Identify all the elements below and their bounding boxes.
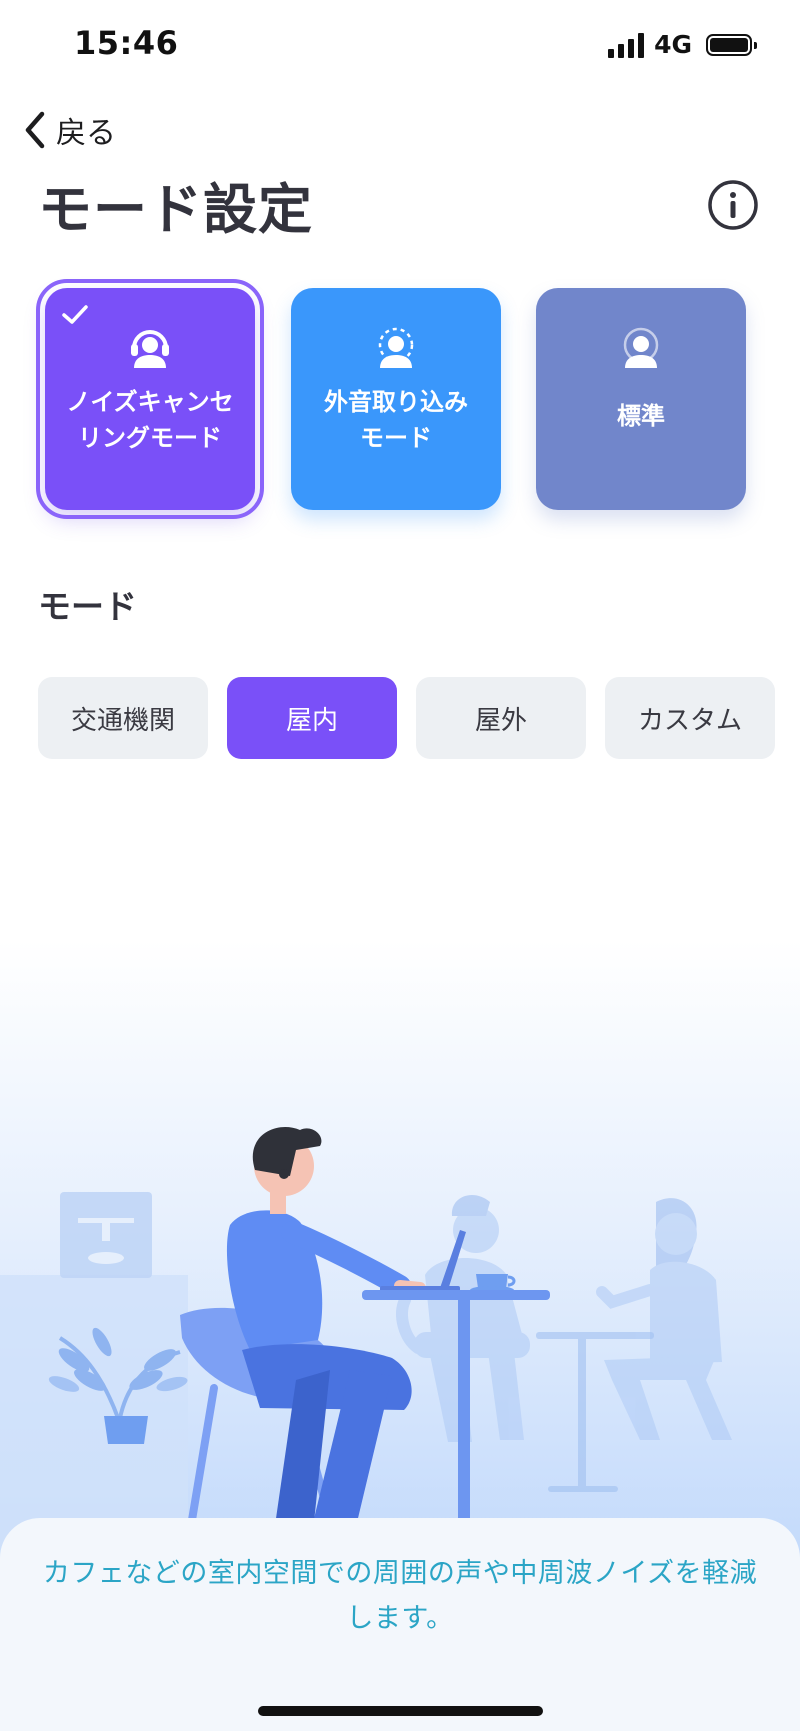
battery-icon	[706, 33, 757, 56]
info-icon	[708, 180, 758, 230]
user-headphones-icon	[131, 330, 169, 368]
back-button[interactable]: 戻る	[22, 108, 116, 152]
mode-card-noise-cancelling[interactable]: ノイズキャンセ リングモード	[36, 279, 264, 519]
status-bar: 15:46 4G	[0, 0, 800, 92]
network-type: 4G	[654, 30, 692, 59]
back-label: 戻る	[56, 116, 116, 151]
preset-selector: 交通機関 屋内 屋外 カスタム	[38, 677, 775, 759]
preset-button-transit[interactable]: 交通機関	[38, 677, 208, 759]
signal-icon	[608, 32, 645, 58]
mode-card-label: 外音取り込み モード	[324, 388, 468, 452]
preset-button-indoor[interactable]: 屋内	[227, 677, 397, 759]
mode-card-standard[interactable]: 標準	[536, 288, 746, 510]
chevron-left-icon	[25, 111, 45, 149]
user-dashed-ring-icon	[378, 327, 414, 368]
status-indicators: 4G	[608, 30, 757, 59]
page-title: モード設定	[38, 178, 313, 241]
mode-card-label: 標準	[617, 402, 665, 430]
home-indicator[interactable]	[258, 1706, 543, 1716]
mode-description: カフェなどの室内空間での周囲の声や中周波ノイズを軽減します。	[42, 1558, 758, 1634]
checkmark-icon	[62, 305, 88, 324]
mode-card-ambient-sound[interactable]: 外音取り込み モード	[291, 288, 501, 510]
description-panel: カフェなどの室内空間での周囲の声や中周波ノイズを軽減します。	[0, 1518, 800, 1731]
preset-button-outdoor[interactable]: 屋外	[416, 677, 586, 759]
section-title-mode: モード	[38, 587, 137, 626]
user-ring-icon	[623, 327, 659, 368]
status-time: 15:46	[74, 24, 179, 62]
preset-button-custom[interactable]: カスタム	[605, 677, 775, 759]
info-button[interactable]	[706, 178, 760, 236]
cafe-illustration	[0, 940, 800, 1560]
mode-card-label: ノイズキャンセ リングモード	[66, 388, 234, 452]
